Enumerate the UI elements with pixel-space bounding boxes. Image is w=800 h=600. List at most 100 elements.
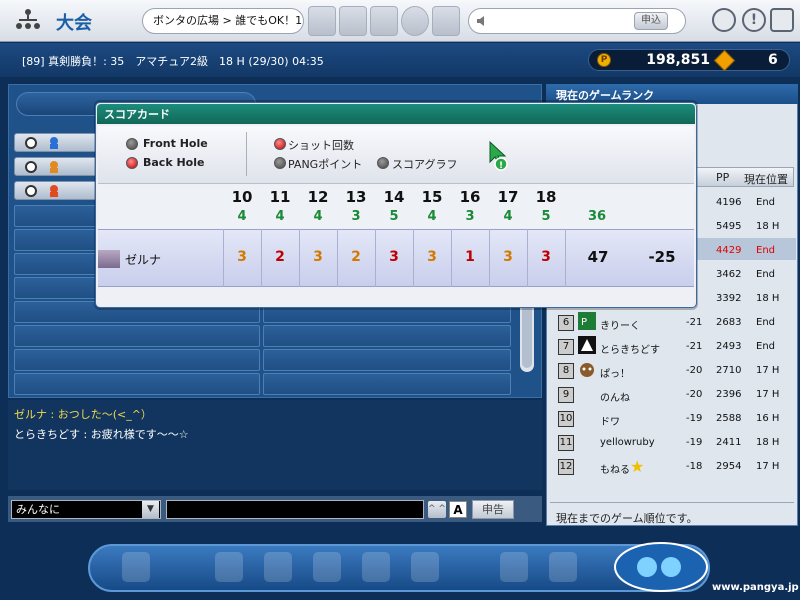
score-to-par: -25 (648, 248, 676, 266)
player-slot[interactable] (263, 325, 511, 347)
shot-count-label[interactable]: ショット回数 (288, 137, 354, 153)
cell-divider (565, 229, 566, 287)
pang-points-label[interactable]: PANGポイント (288, 156, 362, 172)
rank-score: -20 (686, 389, 703, 400)
cursor-icon: ! (489, 140, 508, 171)
rank-number: 11 (558, 435, 574, 451)
player-row-1[interactable] (14, 133, 98, 152)
avatar-slot-1[interactable] (308, 6, 336, 36)
rank-player-name: ぱっ！ (600, 369, 630, 380)
guild-icon[interactable] (549, 552, 577, 582)
divider (550, 502, 794, 503)
remove-icon[interactable] (401, 6, 429, 36)
scorecard-player-name: ゼルナ (125, 253, 162, 267)
help-icon[interactable]: ! (742, 8, 766, 32)
svg-text:!: ! (499, 161, 503, 171)
cell-divider (223, 229, 224, 287)
star-icon: ★ (630, 457, 645, 476)
rank-number: 6 (558, 315, 574, 331)
player-emblem-icon (580, 363, 594, 377)
emoticon-button[interactable]: ^ ^ (428, 501, 446, 518)
cell-divider (375, 229, 376, 287)
rank-number: 12 (558, 459, 574, 475)
rank-player-name: きりーく (600, 321, 640, 332)
font-button[interactable]: A (449, 501, 467, 518)
back-hole-radio[interactable] (126, 157, 138, 169)
shot-count-radio[interactable] (274, 138, 286, 150)
hole-number: 13 (345, 188, 367, 206)
score-graph-label[interactable]: スコアグラフ (392, 156, 457, 172)
pang-points-radio[interactable] (274, 157, 286, 169)
tournament-bracket-icon (16, 9, 40, 29)
chat-input[interactable] (166, 500, 424, 519)
cell-divider (261, 229, 262, 287)
back-hole-label[interactable]: Back Hole (143, 156, 204, 169)
rank-player-name: とらきちどす (600, 345, 660, 356)
hole-number: 17 (497, 188, 519, 206)
report-button[interactable]: 申告 (472, 500, 514, 519)
ball-icon[interactable] (362, 552, 390, 582)
rank-pp: 2954 (716, 461, 742, 472)
score-graph-radio[interactable] (377, 157, 389, 169)
scorecard-titlebar[interactable] (97, 104, 695, 124)
cell-divider (299, 229, 300, 287)
front-hole-radio[interactable] (126, 138, 138, 150)
close-icon[interactable] (432, 6, 460, 36)
player-row-3[interactable] (14, 181, 98, 200)
rank-position: End (756, 341, 776, 352)
avatar-slot-3[interactable] (370, 6, 398, 36)
rank-pp: 4429 (716, 245, 742, 256)
rank-score: -21 (686, 341, 703, 352)
cell-divider (413, 229, 414, 287)
player-slot[interactable] (14, 349, 260, 371)
avatar-slot-2[interactable] (339, 6, 367, 36)
front-hole-label[interactable]: Front Hole (143, 137, 208, 150)
shop-icon[interactable] (313, 552, 341, 582)
club-icon[interactable] (264, 552, 292, 582)
character-icon[interactable] (215, 552, 243, 582)
profile-settings-icon[interactable] (712, 8, 736, 32)
player-slot[interactable] (263, 373, 511, 395)
rank-pp: 2588 (716, 413, 742, 424)
rank-pp: 2411 (716, 437, 742, 448)
rank-score: -20 (686, 365, 703, 376)
apply-button[interactable]: 申込 (634, 12, 668, 30)
rank-position: End (756, 317, 776, 328)
chat-message: とらきちどす : お疲れ様です～～☆ (14, 428, 189, 441)
friends-icon[interactable] (500, 552, 528, 582)
player-emblem-icon: P (578, 312, 596, 330)
status-ring-icon (25, 137, 37, 149)
chat-message: ゼルナ : おつした～(<_^） (14, 408, 152, 421)
rank-position: End (756, 269, 776, 280)
hole-score: 1 (465, 249, 475, 265)
player-slot[interactable] (14, 373, 260, 395)
room-info: [89] 真剣勝負！: 35 アマチュア2級 18 H (29/30) 04:3… (22, 55, 324, 68)
rank-position: 16 H (756, 413, 780, 424)
player-character-icon (50, 137, 58, 149)
status-ring-icon (25, 161, 37, 173)
hole-score: 3 (427, 249, 437, 265)
exit-door-icon[interactable] (122, 552, 150, 582)
hole-score: 3 (503, 249, 513, 265)
lobby-breadcrumb: ボンタの広場 > 誰でもOK！1 (142, 8, 304, 34)
hole-number: 15 (421, 188, 443, 206)
rank-score: -18 (686, 461, 703, 472)
rank-number: 8 (558, 363, 574, 379)
chevron-down-icon[interactable]: ▼ (142, 501, 159, 518)
hole-score: 3 (313, 249, 323, 265)
chat-target-select[interactable]: みんなに (11, 500, 161, 519)
player-slot[interactable] (263, 349, 511, 371)
cell-divider (337, 229, 338, 287)
hole-par: 3 (465, 209, 475, 224)
player-row-2[interactable] (14, 157, 98, 176)
hole-score: 3 (541, 249, 551, 265)
gear-icon[interactable] (770, 8, 794, 32)
par-total: 36 (587, 209, 607, 224)
hole-par: 3 (351, 209, 361, 224)
caddie-icon[interactable] (411, 552, 439, 582)
column-header-position: 現在位置 (744, 173, 788, 186)
cell-divider (451, 229, 452, 287)
rank-pp: 5495 (716, 221, 742, 232)
player-slot[interactable] (14, 325, 260, 347)
divider (246, 132, 247, 176)
